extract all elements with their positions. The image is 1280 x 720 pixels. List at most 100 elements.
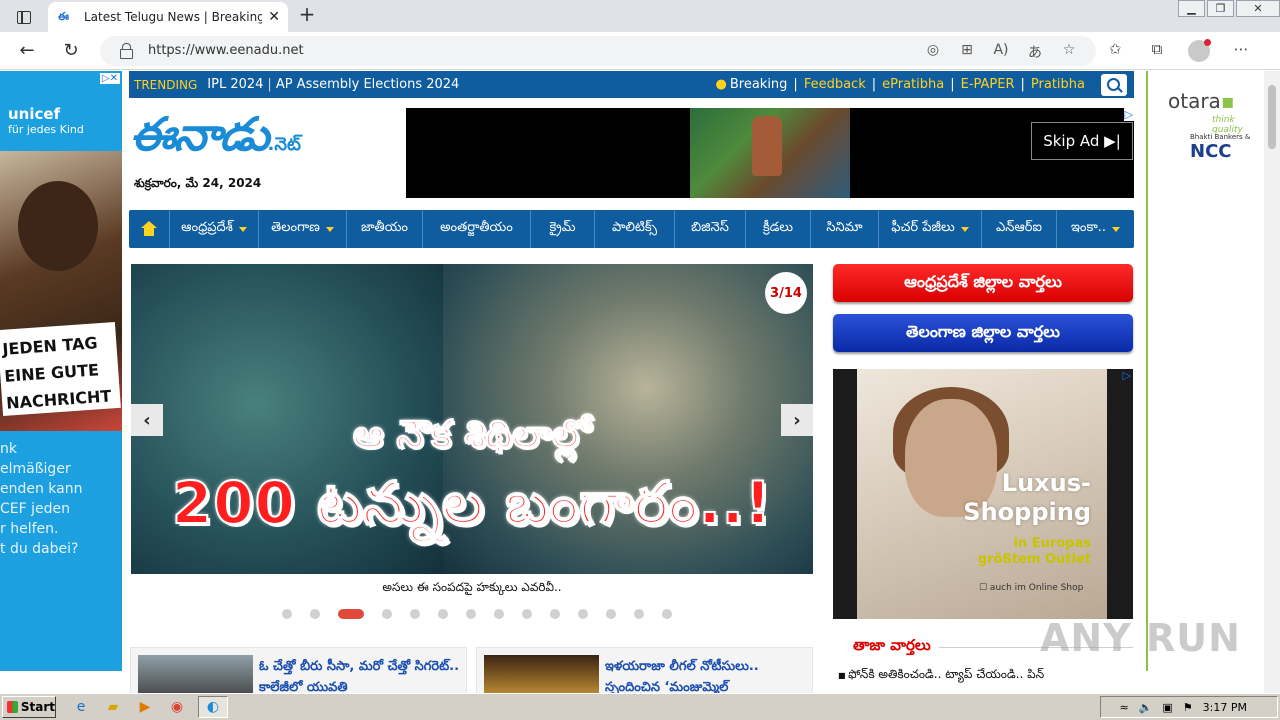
slider-dot[interactable]	[382, 609, 392, 619]
blurb-line: elmäßiger	[0, 461, 71, 477]
address-field[interactable]: https://www.eenadu.net ◎ ⊞ A) あ ☆	[100, 36, 1096, 66]
add-favorite-icon[interactable]: ☆	[1060, 42, 1078, 62]
search-icon[interactable]	[1101, 73, 1127, 96]
back-button[interactable]: ←	[16, 40, 38, 62]
new-tab-button[interactable]: +	[296, 4, 318, 26]
read-aloud-icon[interactable]: A)	[992, 42, 1010, 62]
blurb-line: CEF jeden	[0, 501, 70, 517]
blurb-line: nk	[0, 441, 17, 457]
slider-dot[interactable]	[466, 609, 476, 619]
browser-tab[interactable]: ఈ Latest Telugu News | Breaking Ne ✕	[48, 2, 288, 32]
clock[interactable]: 3:17 PM	[1203, 701, 1247, 714]
chevron-down-icon	[238, 226, 247, 232]
slider-dot[interactable]	[662, 609, 672, 619]
nav-item[interactable]: అంతర్జాతీయం	[423, 210, 531, 248]
volume-icon[interactable]: 🔈	[1139, 701, 1153, 714]
nav-item[interactable]: సినిమా	[811, 210, 879, 248]
nav-item[interactable]: జాతీయం	[347, 210, 423, 248]
news-headline[interactable]: ఇళయరాజా లీగల్ నోటీసులు.. స్పందించిన ‘మంజ…	[605, 656, 810, 693]
epaper-link[interactable]: E-PAPER	[961, 77, 1015, 92]
folder-icon[interactable]: ▰	[102, 696, 124, 718]
chrome-icon[interactable]: ◉	[166, 696, 188, 718]
favorites-icon[interactable]: ✩	[1104, 40, 1126, 62]
slider-dot[interactable]	[310, 609, 320, 619]
latest-news-title: తాజా వార్తలు	[853, 636, 931, 654]
adchoices-icon[interactable]: ▷	[1123, 108, 1134, 121]
windows-taskbar: Start e ▰ ▶ ◉ ◐ ≈ 🔈 ▣ ⚑ 3:17 PM	[0, 693, 1280, 720]
page-scrollbar[interactable]	[1264, 71, 1280, 693]
restore-button[interactable]: ❐	[1207, 0, 1234, 17]
top-video-ad[interactable]: Skip Ad ▶| ▷	[406, 108, 1134, 198]
slider-dot[interactable]	[410, 609, 420, 619]
slider-dot[interactable]	[606, 609, 616, 619]
main-navigation: ఆంధ్రప్రదేశ్ తెలంగాణ జాతీయం అంతర్జాతీయం …	[129, 210, 1134, 248]
slide-caption[interactable]: అసలు ఈ సంపదపై హక్కులు ఎవరివీ..	[131, 580, 813, 597]
skip-ad-button[interactable]: Skip Ad ▶|	[1031, 122, 1133, 160]
nav-item[interactable]: క్రైమ్	[531, 210, 595, 248]
nav-item[interactable]: బిజినెస్	[675, 210, 746, 248]
slider-dot[interactable]	[550, 609, 560, 619]
slider-dot[interactable]	[494, 609, 504, 619]
news-card[interactable]: ఓ చేత్తో బీరు సీసా, మరో చేత్తో సిగరెట్..…	[130, 647, 467, 693]
nav-home[interactable]	[129, 210, 170, 248]
ts-district-news-button[interactable]: తెలంగాణ జిల్లాల వార్తలు	[833, 314, 1133, 352]
apps-icon[interactable]: ⊞	[958, 42, 976, 62]
pratibha-link[interactable]: Pratibha	[1031, 77, 1085, 92]
slider-dot[interactable]	[634, 609, 644, 619]
epratibha-link[interactable]: ePratibha	[882, 77, 944, 92]
eenadu-logo[interactable]: ఈనాడు.నెట్	[130, 107, 400, 169]
breaking-link[interactable]: Breaking	[730, 77, 788, 92]
nav-item[interactable]: క్రీడలు	[746, 210, 811, 248]
window-close-button[interactable]: ✕	[1236, 0, 1280, 17]
trending-link-ipl[interactable]: IPL 2024	[207, 77, 263, 92]
news-card[interactable]: ఇళయరాజా లీగల్ నోటీసులు.. స్పందించిన ‘మంజ…	[476, 647, 813, 693]
flag-icon[interactable]: ⚑	[1183, 701, 1193, 714]
lock-icon[interactable]	[120, 43, 133, 59]
ie-icon[interactable]: e	[70, 696, 92, 718]
outlet-shopping-ad[interactable]: Luxus- Shopping in Europas größtem Outle…	[833, 369, 1133, 619]
more-menu-icon[interactable]: ⋯	[1230, 40, 1252, 62]
slider-prev-button[interactable]: ‹	[131, 404, 163, 436]
url-text[interactable]: https://www.eenadu.net	[148, 43, 304, 58]
tab-actions-icon[interactable]	[10, 6, 38, 28]
location-icon[interactable]: ◎	[924, 42, 942, 62]
slide-headline-line1: ఆ నౌక శిథిలాల్లో	[352, 411, 591, 457]
edge-taskbar-icon[interactable]: ◐	[198, 696, 228, 718]
otara-ad[interactable]: otara▪ think quality Bhakti Bankers & NC…	[1146, 71, 1264, 671]
character-figure	[752, 116, 782, 176]
slider-next-button[interactable]: ›	[781, 404, 813, 436]
featured-slider[interactable]: ఆ నౌక శిథిలాల్లో 200 టన్నుల బంగారం..! 3/…	[131, 264, 813, 574]
adchoices-icon[interactable]: ▷	[1123, 369, 1131, 382]
browser-tab-strip: ఈ Latest Telugu News | Breaking Ne ✕ + ▁…	[0, 0, 1280, 32]
slider-dot[interactable]	[282, 609, 292, 619]
reload-button[interactable]: ↻	[60, 40, 82, 62]
adchoices-icon[interactable]: ▷✕	[99, 73, 120, 84]
nav-item[interactable]: ఆంధ్రప్రదేశ్	[170, 210, 259, 248]
tray-expand-icon[interactable]: ≈	[1119, 701, 1128, 714]
scrollbar-thumb[interactable]	[1268, 85, 1276, 149]
media-player-icon[interactable]: ▶	[134, 696, 156, 718]
nav-item[interactable]: ఎన్‌ఆర్‌ఐ	[982, 210, 1057, 248]
slider-dot[interactable]	[338, 609, 364, 619]
slider-dot[interactable]	[522, 609, 532, 619]
network-icon[interactable]: ▣	[1162, 701, 1172, 714]
latest-news-item[interactable]: ఫోన్‌కి అతికించండి.. ట్యాప్ చేయండి.. పిన…	[838, 667, 1044, 684]
profile-avatar[interactable]	[1188, 39, 1211, 62]
nav-item[interactable]: తెలంగాణ	[259, 210, 347, 248]
ap-district-news-button[interactable]: ఆంధ్రప్రదేశ్ జిల్లాల వార్తలు	[833, 264, 1133, 302]
collections-icon[interactable]: ⧉	[1146, 40, 1168, 62]
feedback-link[interactable]: Feedback	[804, 77, 866, 92]
slider-dot[interactable]	[578, 609, 588, 619]
nav-item[interactable]: పాలిటిక్స్	[595, 210, 675, 248]
nav-item[interactable]: ఫీచర్ పేజీలు	[879, 210, 982, 248]
current-date: శుక్రవారం, మే 24, 2024	[134, 176, 262, 190]
tab-close-icon[interactable]: ✕	[268, 9, 280, 25]
slider-dot[interactable]	[438, 609, 448, 619]
unicef-ad[interactable]: ▷✕ unicef für jedes Kind JEDEN TAG EINE …	[0, 71, 122, 671]
news-headline[interactable]: ఓ చేత్తో బీరు సీసా, మరో చేత్తో సిగరెట్..…	[259, 656, 464, 693]
nav-item[interactable]: ఇంకా..	[1057, 210, 1134, 248]
trending-link-elections[interactable]: AP Assembly Elections 2024	[276, 77, 460, 92]
translate-icon[interactable]: あ	[1026, 42, 1044, 62]
minimize-button[interactable]: ▁	[1178, 0, 1205, 17]
start-button[interactable]: Start	[2, 696, 56, 718]
